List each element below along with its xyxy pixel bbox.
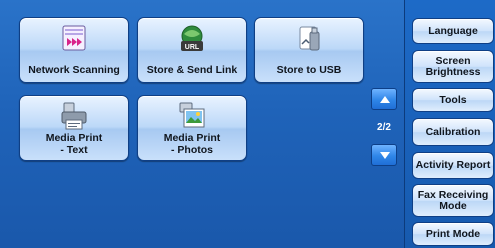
tile-label: Store & Send Link [146, 64, 238, 76]
tile-label: Network Scanning [28, 64, 120, 76]
media-print-photos-icon [179, 102, 205, 128]
url-badge-text: URL [185, 44, 200, 51]
media-print-photos-button[interactable]: Media Print - Photos [137, 95, 247, 161]
tile-label: Media Print [45, 132, 103, 144]
triangle-up-icon [380, 96, 390, 103]
sidebar-item-fax-receiving-mode[interactable]: Fax Receiving Mode [412, 184, 494, 217]
scroll-down-button[interactable] [371, 144, 397, 166]
store-send-link-icon: URL [181, 25, 203, 51]
sidebar-item-label: Activity Report [415, 159, 491, 171]
sidebar-item-print-mode[interactable]: Print Mode [412, 222, 494, 246]
store-to-usb-button[interactable]: Store to USB [254, 17, 364, 83]
store-to-usb-icon [299, 26, 320, 51]
sidebar-item-label: Print Mode [425, 227, 481, 240]
media-print-text-icon [61, 102, 87, 130]
sidebar-item-label: Calibration [425, 125, 481, 138]
sidebar-item-activity-report[interactable]: Activity Report [412, 152, 494, 179]
sidebar-item-label: Tools [439, 93, 467, 106]
sidebar-item-calibration[interactable]: Calibration [412, 118, 494, 146]
page-indicator: 2/2 [377, 122, 391, 133]
network-scanning-icon [62, 25, 86, 51]
tile-label-secondary: - Photos [171, 144, 213, 156]
scroll-up-button[interactable] [371, 88, 397, 110]
sidebar-item-label: Screen [435, 54, 471, 67]
sidebar-item-screen-brightness[interactable]: Screen Brightness [412, 50, 494, 83]
tile-label-secondary: - Text [60, 144, 88, 156]
sidebar-item-label: Language [428, 24, 478, 37]
network-scanning-button[interactable]: Network Scanning [19, 17, 129, 83]
tile-label: Media Print [163, 132, 221, 144]
sidebar: Language Screen Brightness Tools Calibra… [404, 0, 495, 248]
tile-label: Store to USB [276, 64, 342, 76]
sidebar-item-label-secondary: Brightness [425, 65, 481, 78]
page-scroller: 2/2 [371, 88, 397, 178]
media-print-text-button[interactable]: Media Print - Text [19, 95, 129, 161]
main-panel: Network Scanning URL Store & Send Link S… [0, 0, 404, 248]
sidebar-item-language[interactable]: Language [412, 18, 494, 44]
sidebar-item-label: Fax Receiving [417, 188, 489, 201]
sidebar-item-label-secondary: Mode [439, 199, 467, 212]
sidebar-item-tools[interactable]: Tools [412, 88, 494, 112]
store-send-link-button[interactable]: URL Store & Send Link [137, 17, 247, 83]
triangle-down-icon [380, 152, 390, 159]
